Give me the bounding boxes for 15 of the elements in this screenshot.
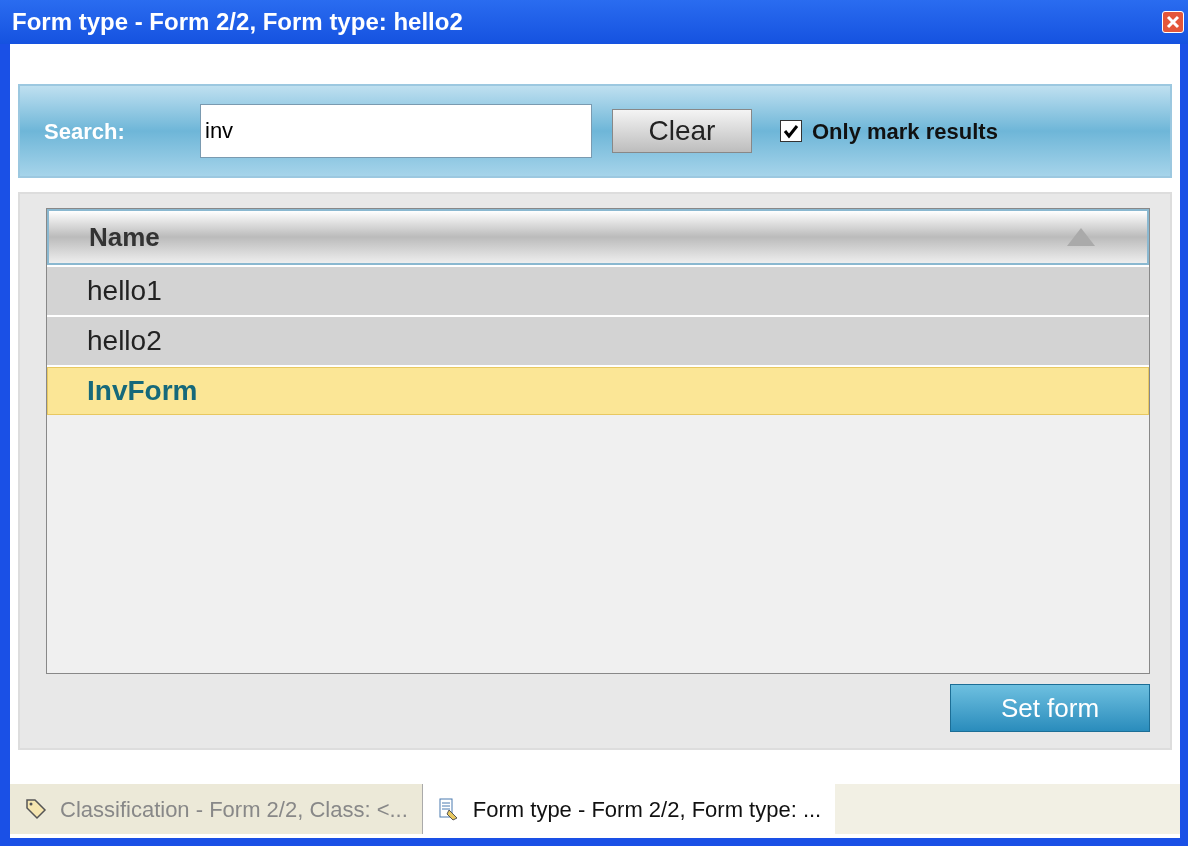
list-row[interactable]: hello2: [47, 315, 1149, 365]
tab[interactable]: Form type - Form 2/2, Form type: ...: [421, 784, 836, 834]
search-field[interactable]: inv: [200, 104, 592, 158]
column-header[interactable]: Name: [47, 209, 1149, 265]
checkbox-box[interactable]: [780, 120, 802, 142]
search-label: Search:: [44, 117, 126, 146]
tag-icon: [24, 797, 48, 821]
close-button[interactable]: [1162, 11, 1184, 33]
close-x-icon: [1166, 15, 1180, 29]
clear-button[interactable]: Clear: [612, 109, 752, 153]
window-title: Form type - Form 2/2, Form type: hello2: [12, 7, 463, 37]
list-row[interactable]: InvForm: [47, 365, 1149, 415]
list-row[interactable]: hello1: [47, 265, 1149, 315]
column-header-label: Name: [89, 220, 160, 254]
only-mark-checkbox[interactable]: Only mark results: [780, 114, 998, 148]
